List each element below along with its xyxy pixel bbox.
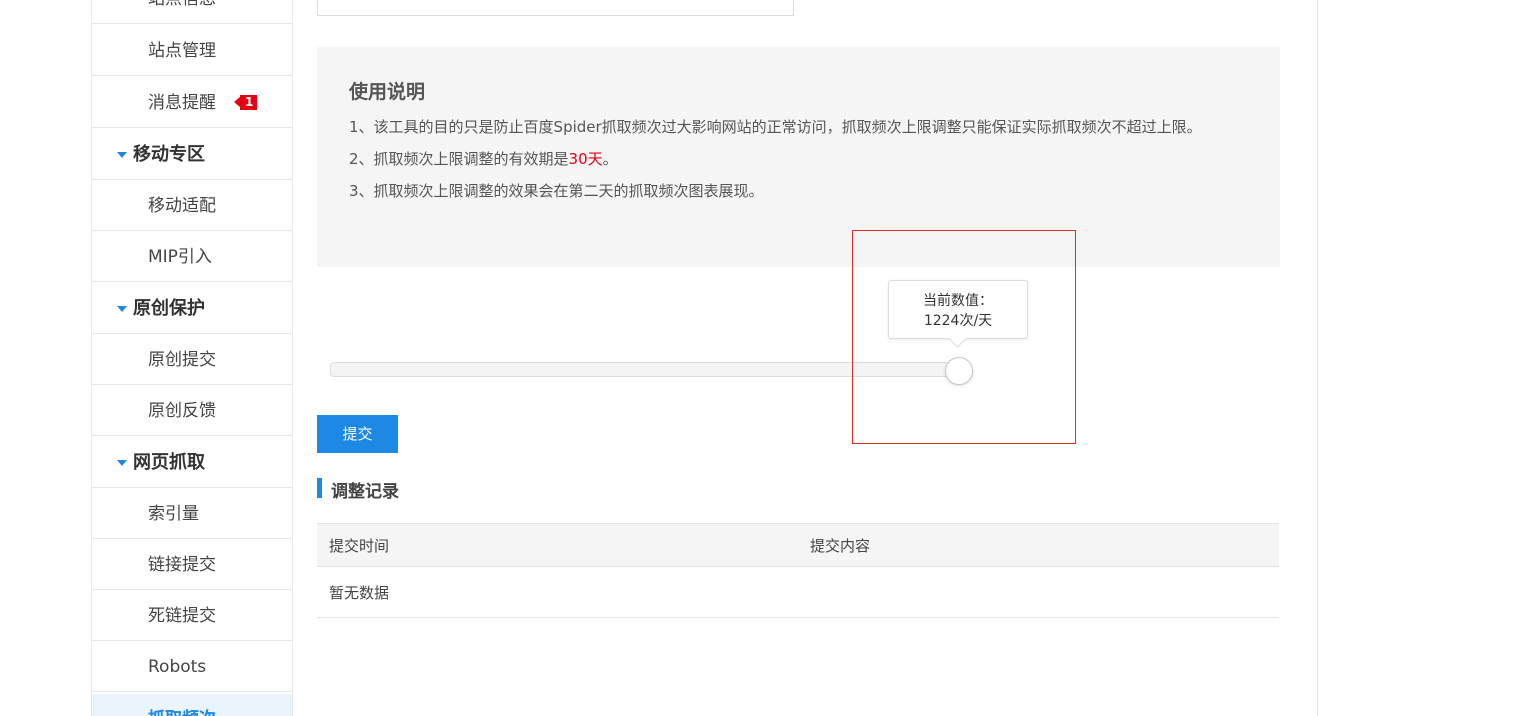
column-header-content: 提交内容 <box>810 537 871 555</box>
sidebar-item-robots[interactable]: Robots <box>92 642 292 692</box>
notice-line-3: 3、抓取频次上限调整的效果会在第二天的抓取频次图表展现。 <box>349 182 764 200</box>
notice-line-2: 2、抓取频次上限调整的有效期是30天。 <box>349 143 1249 175</box>
sidebar-item-label: 移动适配 <box>148 196 216 216</box>
sidebar-item-label: 抓取频次 <box>148 694 216 716</box>
empty-message: 暂无数据 <box>329 584 390 602</box>
caret-down-icon <box>117 460 127 466</box>
content-divider <box>1317 0 1318 716</box>
sidebar-group-label: 原创保护 <box>133 298 205 319</box>
sidebar-item-site-management[interactable]: 站点管理 <box>92 26 292 76</box>
sidebar-item-label: 索引量 <box>148 504 199 524</box>
table-header: 提交时间 提交内容 <box>317 523 1279 567</box>
notice-line-1: 1、该工具的目的只是防止百度Spider抓取频次过大影响网站的正常访问，抓取频次… <box>349 118 1202 136</box>
sidebar-item-label: Robots <box>148 657 207 677</box>
sidebar-item-link-submit[interactable]: 链接提交 <box>92 540 292 590</box>
sidebar-item-label: 死链提交 <box>148 606 216 626</box>
message-count-badge: 1 <box>233 95 258 110</box>
sidebar-item-label: 原创提交 <box>148 350 216 370</box>
section-accent-bar <box>317 478 322 498</box>
caret-down-icon <box>117 152 127 158</box>
sidebar-item-label: 消息提醒 <box>148 93 216 113</box>
sidebar-group-crawl[interactable]: 网页抓取 <box>92 438 292 488</box>
caret-down-icon <box>117 306 127 312</box>
highlight-box <box>852 230 1076 444</box>
sidebar-item-label: 链接提交 <box>148 555 216 575</box>
site-input[interactable] <box>317 0 794 16</box>
sidebar-item-label: 站点管理 <box>148 41 216 61</box>
sidebar-item-index[interactable]: 索引量 <box>92 489 292 539</box>
sidebar-item-label: 站点信息 <box>148 0 216 24</box>
notice-line-2-text: 2、抓取频次上限调整的有效期是 <box>349 150 569 168</box>
sidebar-item-site-info[interactable]: 站点信息 <box>92 0 292 24</box>
sidebar-item-mobile-adapt[interactable]: 移动适配 <box>92 181 292 231</box>
sidebar-item-label: MIP引入 <box>148 247 212 267</box>
sidebar-item-messages[interactable]: 消息提醒 1 <box>92 78 292 128</box>
usage-notice: 使用说明 1、该工具的目的只是防止百度Spider抓取频次过大影响网站的正常访问… <box>317 47 1280 267</box>
table-row: 暂无数据 <box>317 567 1279 618</box>
records-title: 调整记录 <box>331 482 399 502</box>
sidebar-item-mip[interactable]: MIP引入 <box>92 232 292 282</box>
sidebar-item-original-submit[interactable]: 原创提交 <box>92 335 292 385</box>
sidebar-item-crawl-frequency[interactable]: 抓取频次 <box>92 694 292 716</box>
sidebar-nav: 站点信息 站点管理 消息提醒 1 移动专区 移动适配 MIP引入 原创保护 原创… <box>91 0 293 716</box>
notice-line-2-end: 。 <box>602 150 618 168</box>
column-header-time: 提交时间 <box>329 537 390 555</box>
notice-title: 使用说明 <box>349 81 426 103</box>
sidebar-item-deadlink[interactable]: 死链提交 <box>92 591 292 641</box>
submit-button[interactable]: 提交 <box>317 415 398 453</box>
notice-body: 1、该工具的目的只是防止百度Spider抓取频次过大影响网站的正常访问，抓取频次… <box>349 111 1249 207</box>
validity-period: 30天 <box>568 150 603 168</box>
sidebar-item-original-feedback[interactable]: 原创反馈 <box>92 386 292 436</box>
sidebar-group-label: 网页抓取 <box>133 452 205 473</box>
sidebar-group-label: 移动专区 <box>133 144 205 165</box>
sidebar-item-label: 原创反馈 <box>148 401 216 421</box>
sidebar-group-mobile[interactable]: 移动专区 <box>92 130 292 180</box>
sidebar-group-original[interactable]: 原创保护 <box>92 284 292 334</box>
records-table: 提交时间 提交内容 暂无数据 <box>317 523 1279 618</box>
